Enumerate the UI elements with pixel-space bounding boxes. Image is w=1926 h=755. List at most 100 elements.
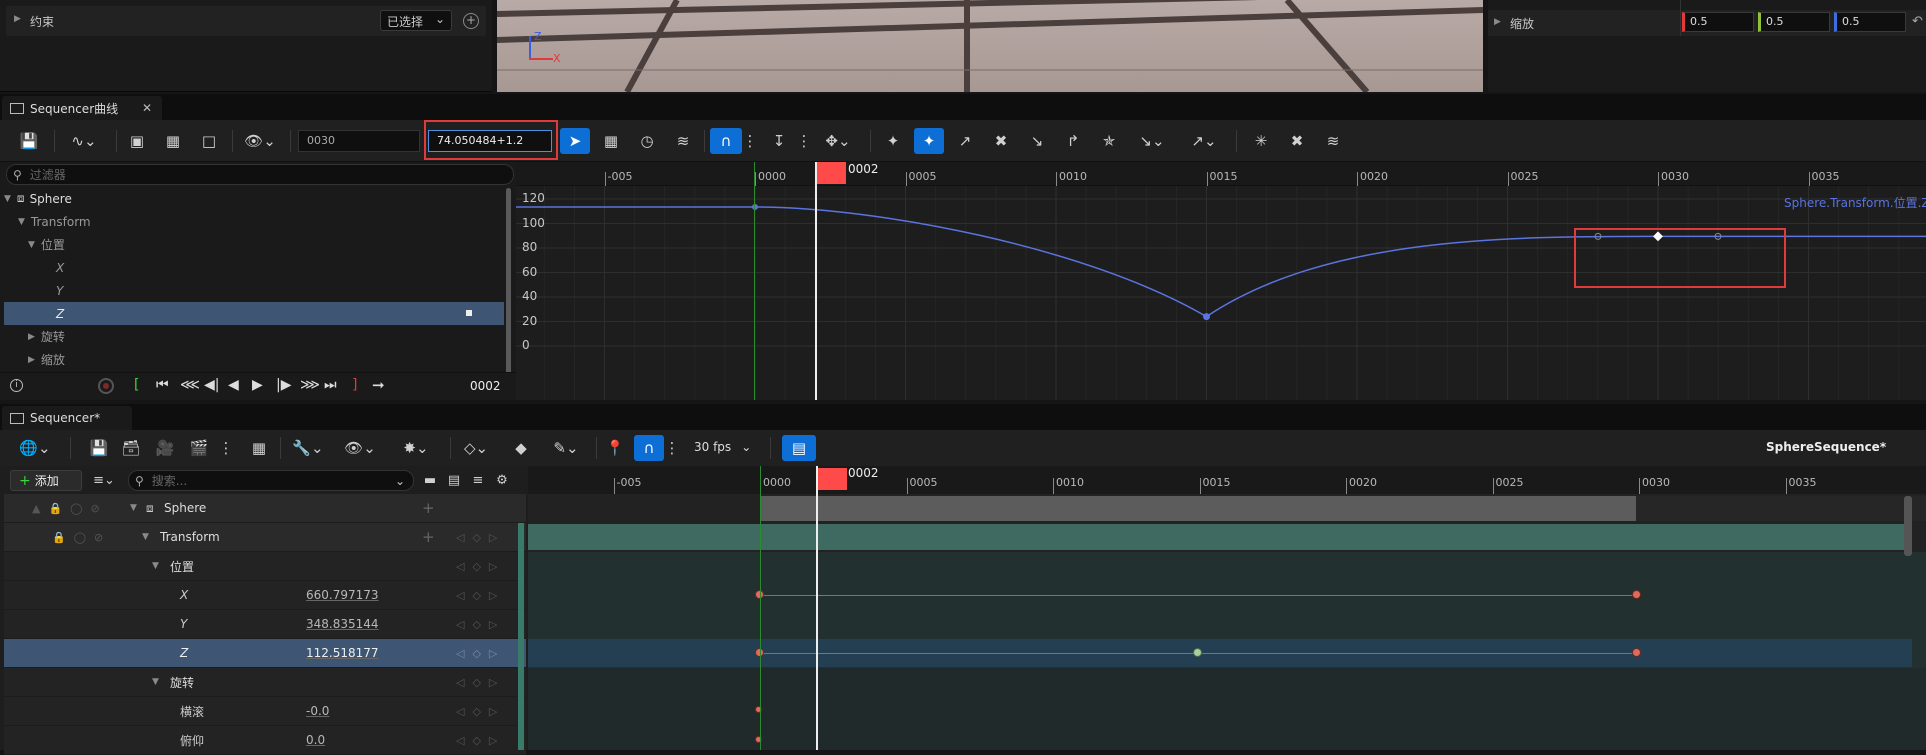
straighten-icon[interactable]: ✖ (1282, 128, 1312, 154)
range-start-icon[interactable]: [ (134, 377, 139, 393)
tree-item-scale[interactable]: ▶ 缩放 (4, 348, 504, 371)
filter-icon[interactable]: ≡⌄ (86, 467, 122, 493)
current-frame[interactable]: 0002 (470, 379, 501, 393)
curve-preset-icon[interactable]: ↘⌄ (1132, 128, 1172, 154)
playhead-marker[interactable] (816, 162, 846, 184)
playhead-marker[interactable] (817, 468, 847, 490)
marker-icon[interactable]: 📍 (602, 435, 628, 461)
vertical-snap-icon[interactable]: ↧ (764, 128, 794, 154)
track-sphere[interactable]: ▲🔒◯⊘ ▼ ⧈ Sphere + (4, 494, 526, 523)
more-options-icon[interactable]: ⋮ (219, 435, 234, 461)
more-options-icon[interactable]: ⋮ (797, 128, 812, 154)
search-input[interactable]: ⚲ 搜索... ⌄ (128, 470, 414, 491)
key-interp-icon[interactable]: ◇⌄ (456, 435, 496, 461)
list-icon[interactable]: ≡ (468, 467, 488, 493)
track-transform[interactable]: 🔒◯⊘ ▼ Transform + ◁◇▷ (4, 523, 526, 552)
key-nav-icons[interactable]: ◁◇▷ (456, 618, 505, 631)
collapse-arrow-icon[interactable]: ▼ (152, 677, 159, 687)
transform-tool-icon[interactable]: ▦ (596, 128, 626, 154)
next-frame-icon[interactable]: |▶ (276, 377, 291, 393)
collapse-arrow-icon[interactable]: ▼ (142, 532, 149, 542)
frame-select-icon[interactable]: ▣ (124, 128, 150, 154)
track-value[interactable]: -0.0 (306, 704, 329, 718)
key-icon[interactable]: ◆ (508, 435, 534, 461)
curve-mode-icon[interactable]: ∿⌄ (64, 128, 104, 154)
track-x[interactable]: X 660.797173 ◁◇▷ (4, 581, 526, 610)
axis-snap-icon[interactable]: ✥⌄ (816, 128, 860, 154)
info-icon[interactable]: i (10, 379, 23, 392)
constraint-dropdown[interactable]: 已选择 ⌄ (380, 10, 452, 31)
prev-key-icon[interactable]: ⋘ (180, 377, 200, 393)
track-z[interactable]: Z 112.518177 ◁◇▷ (4, 639, 526, 668)
timeline-scrollbar[interactable] (1904, 496, 1912, 556)
flatten-icon[interactable]: ✳ (1246, 128, 1276, 154)
tools-icon[interactable]: 🔧⌄ (288, 435, 328, 461)
keyframe[interactable] (1632, 648, 1641, 657)
retime-tool-icon[interactable]: ◷ (632, 128, 662, 154)
key-nav-icons[interactable]: ◁◇▷ (456, 531, 505, 544)
save-as-icon[interactable]: 🗃 (118, 435, 144, 461)
tree-item-location[interactable]: ▼ 位置 (4, 233, 504, 256)
camera-icon[interactable]: 🎥 (152, 435, 178, 461)
key-nav-icons[interactable]: ◁◇▷ (456, 676, 505, 689)
sphere-section[interactable] (760, 496, 1636, 521)
snap-magnet-icon[interactable]: ∩ (634, 435, 664, 461)
keyframe[interactable] (1632, 590, 1641, 599)
scale-z-input[interactable]: 0.5 (1834, 12, 1906, 32)
record-icon[interactable] (98, 378, 114, 394)
prev-frame-icon[interactable]: ◀| (204, 377, 219, 393)
key-nav-icons[interactable]: ◁◇▷ (456, 560, 505, 573)
key-nav-icons[interactable]: ◁◇▷ (456, 734, 505, 747)
track-y[interactable]: Y 348.835144 ◁◇▷ (4, 610, 526, 639)
loop-icon[interactable]: ➞ (372, 376, 385, 394)
select-tool-icon[interactable]: ➤ (560, 128, 590, 154)
track-value[interactable]: 112.518177 (306, 646, 379, 660)
transform-section[interactable] (528, 524, 1912, 550)
snap-options-icon[interactable]: ⋮ (743, 128, 758, 154)
scale-x-input[interactable]: 0.5 (1682, 12, 1754, 32)
add-constraint-icon[interactable]: + (463, 13, 479, 29)
expand-arrow-icon[interactable]: ▶ (28, 355, 35, 365)
track-rotation[interactable]: ▼ 旋转 ◁◇▷ (4, 668, 526, 697)
add-subtrack-icon[interactable]: + (422, 528, 435, 546)
tangent-smart-icon[interactable]: ✦ (914, 128, 944, 154)
edit-icon[interactable]: ✎⌄ (546, 435, 586, 461)
timeline-ruler[interactable]: -005 0000 0005 0010 0015 0020 0025 0030 0035 (528, 466, 1926, 494)
play-icon[interactable]: ▶ (252, 377, 263, 393)
collapse-arrow-icon[interactable]: ▼ (130, 503, 137, 513)
frame-input[interactable]: 0030 (298, 130, 420, 152)
tree-item-transform[interactable]: ▼ Transform (4, 210, 504, 233)
visibility-icon[interactable]: 👁⌄ (240, 128, 280, 154)
play-reverse-icon[interactable]: ◀ (228, 377, 239, 393)
settings-gear-icon[interactable]: ⚙ (492, 467, 512, 493)
collapse-all-icon[interactable]: ▬ (420, 467, 440, 493)
jump-start-icon[interactable]: ⏮ (156, 377, 169, 393)
snap-magnet-icon[interactable]: ∩ (710, 128, 742, 154)
filter-curve-icon[interactable]: ≋ (1318, 128, 1348, 154)
expand-all-icon[interactable]: ▤ (444, 467, 464, 493)
sequencer-timeline[interactable]: -005 0000 0005 0010 0015 0020 0025 0030 0035 000… (528, 466, 1926, 750)
frame-all-icon[interactable]: ▦ (160, 128, 186, 154)
expand-arrow-icon[interactable]: ▶ (14, 14, 21, 24)
tree-item-sphere[interactable]: ▼ ⧈ Sphere (4, 187, 504, 210)
tangent-break-icon[interactable]: ✖ (986, 128, 1016, 154)
curve-key[interactable] (1203, 313, 1210, 321)
tangent-constant-icon[interactable]: ↱ (1058, 128, 1088, 154)
next-key-icon[interactable]: ⋙ (300, 377, 320, 393)
track-location[interactable]: ▼ 位置 ◁◇▷ (4, 552, 526, 581)
save-icon[interactable]: 💾 (16, 128, 42, 154)
tree-scrollbar[interactable] (506, 188, 511, 386)
tree-item-x[interactable]: X (4, 256, 504, 279)
key-nav-icons[interactable]: ◁◇▷ (456, 705, 505, 718)
jump-end-icon[interactable]: ⏭ (324, 377, 337, 393)
tab-sequencer[interactable]: Sequencer* (2, 406, 132, 430)
expression-input[interactable]: 74.050484+1.2 (428, 130, 552, 152)
expand-arrow-icon[interactable]: ▶ (28, 332, 35, 342)
curve-shape-icon[interactable]: ↗⌄ (1184, 128, 1224, 154)
track-roll[interactable]: 横滚 -0.0 ◁◇▷ (4, 697, 526, 726)
track-value[interactable]: 660.797173 (306, 588, 379, 602)
tangent-user-icon[interactable]: ↗ (950, 128, 980, 154)
add-subtrack-icon[interactable]: + (422, 499, 435, 517)
range-end-icon[interactable]: ] (352, 377, 357, 393)
tab-sequencer-curves[interactable]: Sequencer曲线 ✕ (2, 96, 162, 120)
